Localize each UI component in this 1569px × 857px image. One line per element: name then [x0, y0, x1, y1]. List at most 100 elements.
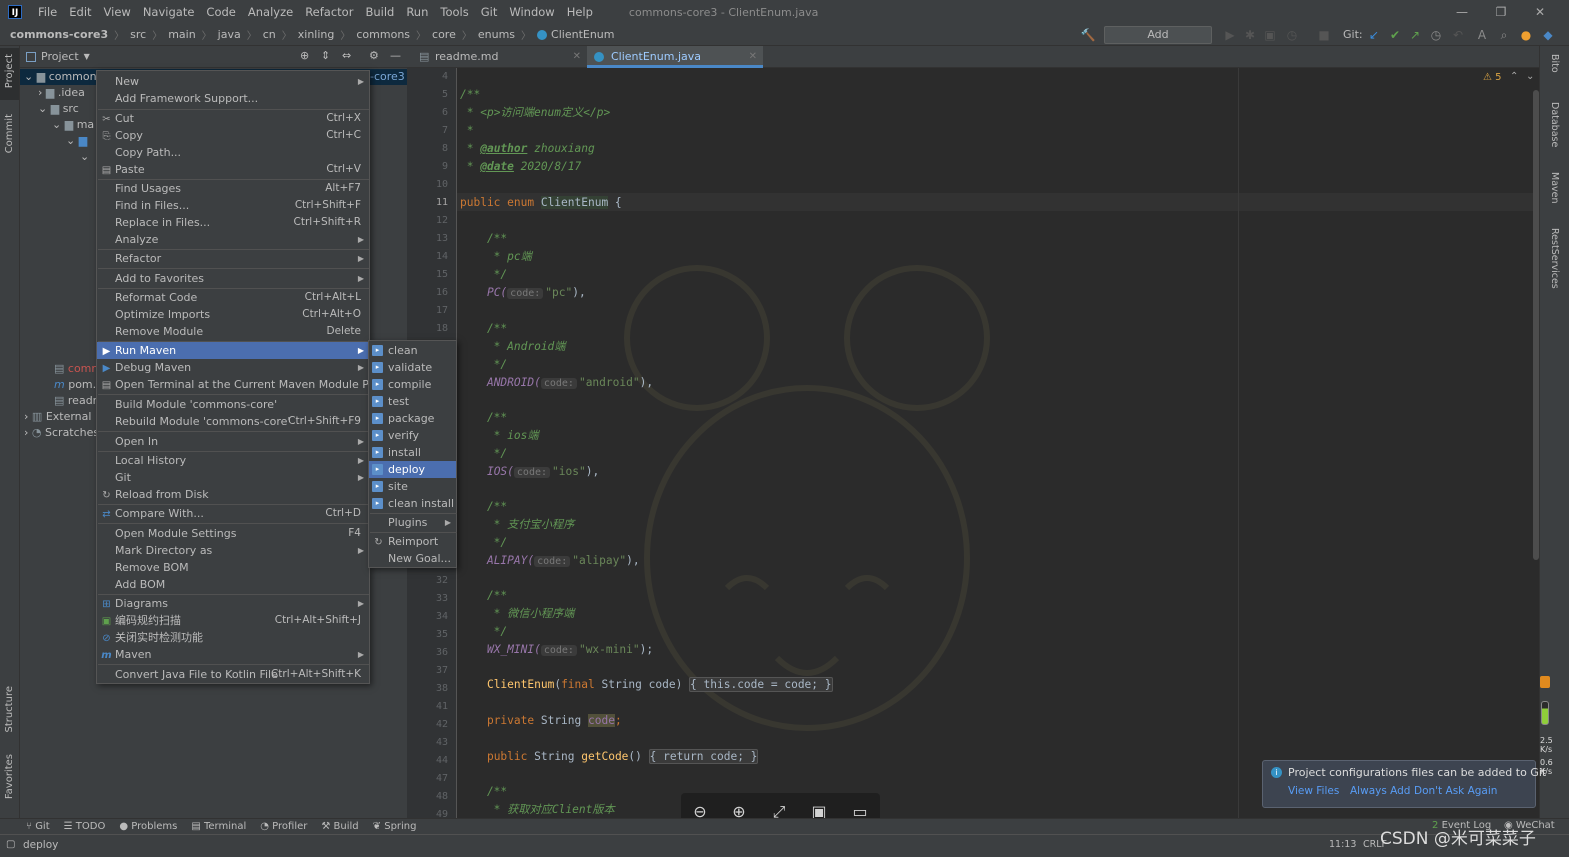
menu-item-build-module[interactable]: Build Module 'commons-core' — [97, 396, 369, 413]
editor-scrollbar[interactable] — [1533, 90, 1539, 560]
expand-all-icon[interactable]: ⇕ — [321, 49, 330, 62]
tool-todo[interactable]: ☰ TODO — [64, 821, 106, 832]
menu-code[interactable]: Code — [200, 5, 241, 19]
menu-item-paste[interactable]: ▤ Paste Ctrl+V — [97, 161, 369, 178]
caret-position[interactable]: 11:13 — [1329, 839, 1356, 850]
menu-item-disable-realtime-check[interactable]: ⊘ 关闭实时检测功能 — [97, 629, 369, 646]
dont-ask-again-link[interactable]: Don't Ask Again — [1414, 785, 1497, 797]
tab-clientenum[interactable]: ClientEnum.java ✕ — [587, 46, 763, 68]
menu-item-remove-module[interactable]: Remove Module Delete — [97, 323, 369, 340]
bito-tool-tab[interactable]: Bito — [1549, 54, 1560, 73]
hide-panel-icon[interactable]: — — [390, 49, 401, 62]
collapse-all-icon[interactable]: ⇔ — [342, 49, 351, 62]
restservices-tool-tab[interactable]: RestServices — [1549, 228, 1560, 289]
breadcrumb-item[interactable]: cn — [263, 28, 276, 41]
menu-item-convert-to-kotlin[interactable]: Convert Java File to Kotlin File Ctrl+Alt… — [97, 666, 369, 683]
menu-item-open-module-settings[interactable]: Open Module Settings F4 — [97, 525, 369, 542]
breadcrumb-item[interactable]: commons — [356, 28, 410, 41]
menu-item-code-scan[interactable]: ▣ 编码规约扫描 Ctrl+Alt+Shift+J — [97, 612, 369, 629]
update-icon[interactable]: ● — [1518, 27, 1534, 43]
menu-analyze[interactable]: Analyze — [242, 5, 299, 19]
breadcrumb-item[interactable]: xinling — [298, 28, 335, 41]
menu-item-local-history[interactable]: Local History ▶ — [97, 452, 369, 469]
menu-refactor[interactable]: Refactor — [299, 5, 359, 19]
add-configuration-button[interactable]: Add Configuration... — [1104, 26, 1212, 57]
menu-item-open-in[interactable]: Open In ▶ — [97, 433, 369, 450]
minimize-icon[interactable]: — — [1443, 0, 1481, 24]
breadcrumb-item[interactable]: main — [168, 28, 195, 41]
menu-item-mark-directory-as[interactable]: Mark Directory as ▶ — [97, 542, 369, 559]
maven-goal-install[interactable]: ▸ install — [369, 444, 456, 461]
tab-readme[interactable]: ▤ readme.md ✕ — [411, 46, 587, 68]
maven-new-goal[interactable]: New Goal... — [369, 550, 456, 567]
git-rollback-icon[interactable]: ↶ — [1450, 27, 1466, 43]
breadcrumb-item[interactable]: ClientEnum — [551, 28, 614, 41]
breadcrumb-item[interactable]: java — [218, 28, 241, 41]
close-tab-icon[interactable]: ✕ — [749, 46, 757, 68]
menu-item-rebuild-module[interactable]: Rebuild Module 'commons-core' Ctrl+Shift+… — [97, 413, 369, 430]
status-toggle-icon[interactable]: ▢ — [6, 839, 15, 850]
maven-reimport[interactable]: ↻ Reimport — [369, 533, 456, 550]
maven-goal-clean[interactable]: ▸ clean — [369, 342, 456, 359]
git-update-icon[interactable]: ↙ — [1366, 27, 1382, 43]
tool-terminal[interactable]: ▤ Terminal — [191, 821, 246, 832]
database-tool-tab[interactable]: Database — [1549, 102, 1560, 147]
git-history-icon[interactable]: ◷ — [1428, 27, 1444, 43]
chevron-down-icon[interactable]: ▼ — [84, 52, 90, 61]
tree-item-external-libraries[interactable]: › ▥ External — [24, 409, 91, 425]
menu-file[interactable]: File — [32, 5, 63, 19]
menu-item-add-framework-support[interactable]: Add Framework Support... — [97, 90, 369, 107]
maven-tool-tab[interactable]: Maven — [1549, 172, 1560, 204]
menu-item-compare-with[interactable]: ⇄ Compare With... Ctrl+D — [97, 505, 369, 522]
menu-build[interactable]: Build — [359, 5, 400, 19]
tree-item-src[interactable]: ⌄ ▆ src — [38, 101, 79, 117]
tool-profiler[interactable]: ◔ Profiler — [260, 821, 307, 832]
menu-item-copy-path[interactable]: Copy Path... — [97, 144, 369, 161]
maven-goal-verify[interactable]: ▸ verify — [369, 427, 456, 444]
restore-icon[interactable]: ❐ — [1482, 0, 1520, 24]
maven-plugins[interactable]: Plugins ▶ — [369, 514, 456, 531]
menu-item-diagrams[interactable]: ⊞ Diagrams ▶ — [97, 595, 369, 612]
tool-spring[interactable]: ❦ Spring — [373, 821, 417, 832]
code-editor[interactable]: /** * <p>访问端enum定义</p> * * @author zhoux… — [457, 68, 1539, 818]
debug-icon[interactable]: ✱ — [1242, 27, 1258, 43]
tree-item-scratches[interactable]: › ◔ Scratches — [24, 425, 99, 441]
menu-item-refactor[interactable]: Refactor ▶ — [97, 250, 369, 267]
menu-item-open-terminal-maven[interactable]: ▤ Open Terminal at the Current Maven Modu… — [97, 376, 387, 393]
breadcrumb-item[interactable]: enums — [478, 28, 515, 41]
inspection-widget[interactable]: ⚠ 5 — [1483, 72, 1502, 83]
next-highlight-icon[interactable]: ⌄ — [1526, 71, 1534, 82]
maven-goal-deploy[interactable]: ▸ deploy — [369, 461, 456, 478]
tree-item-file-iml[interactable]: ▤ comm — [54, 361, 102, 377]
menu-item-cut[interactable]: ✂ Cut Ctrl+X — [97, 110, 369, 127]
menu-item-replace-in-files[interactable]: Replace in Files... Ctrl+Shift+R — [97, 214, 369, 231]
menu-item-add-to-favorites[interactable]: Add to Favorites ▶ — [97, 270, 369, 287]
project-tool-tab[interactable]: Project — [4, 54, 15, 88]
menu-item-find-in-files[interactable]: Find in Files... Ctrl+Shift+F — [97, 197, 369, 214]
translate-icon[interactable]: A — [1474, 27, 1490, 43]
tool-build[interactable]: ⚒ Build — [321, 821, 358, 832]
menu-help[interactable]: Help — [561, 5, 599, 19]
menu-item-git[interactable]: Git ▶ — [97, 469, 369, 486]
breadcrumb-item[interactable]: src — [130, 28, 146, 41]
coverage-icon[interactable]: ▣ — [1262, 27, 1278, 43]
menu-item-debug-maven[interactable]: ▶ Debug Maven ▶ — [97, 359, 369, 376]
breadcrumb-item[interactable]: core — [432, 28, 456, 41]
menu-navigate[interactable]: Navigate — [137, 5, 201, 19]
menu-item-reformat-code[interactable]: Reformat Code Ctrl+Alt+L — [97, 289, 369, 306]
locate-icon[interactable]: ⊕ — [300, 49, 309, 62]
menu-item-maven[interactable]: m Maven ▶ — [97, 646, 369, 663]
maven-goal-validate[interactable]: ▸ validate — [369, 359, 456, 376]
gear-icon[interactable]: ⚙ — [369, 49, 379, 62]
view-files-link[interactable]: View Files — [1288, 785, 1339, 797]
stop-icon[interactable]: ■ — [1316, 27, 1332, 43]
menu-item-find-usages[interactable]: Find Usages Alt+F7 — [97, 180, 369, 197]
menu-view[interactable]: View — [98, 5, 137, 19]
menu-item-optimize-imports[interactable]: Optimize Imports Ctrl+Alt+O — [97, 306, 369, 323]
run-icon[interactable]: ▶ — [1222, 27, 1238, 43]
maven-goal-test[interactable]: ▸ test — [369, 393, 456, 410]
tree-item-main[interactable]: ⌄ ▆ ma — [52, 117, 94, 133]
maven-goal-site[interactable]: ▸ site — [369, 478, 456, 495]
tree-item-idea[interactable]: › ▆ .idea — [38, 85, 85, 101]
breadcrumb-item[interactable]: commons-core3 — [10, 28, 108, 41]
